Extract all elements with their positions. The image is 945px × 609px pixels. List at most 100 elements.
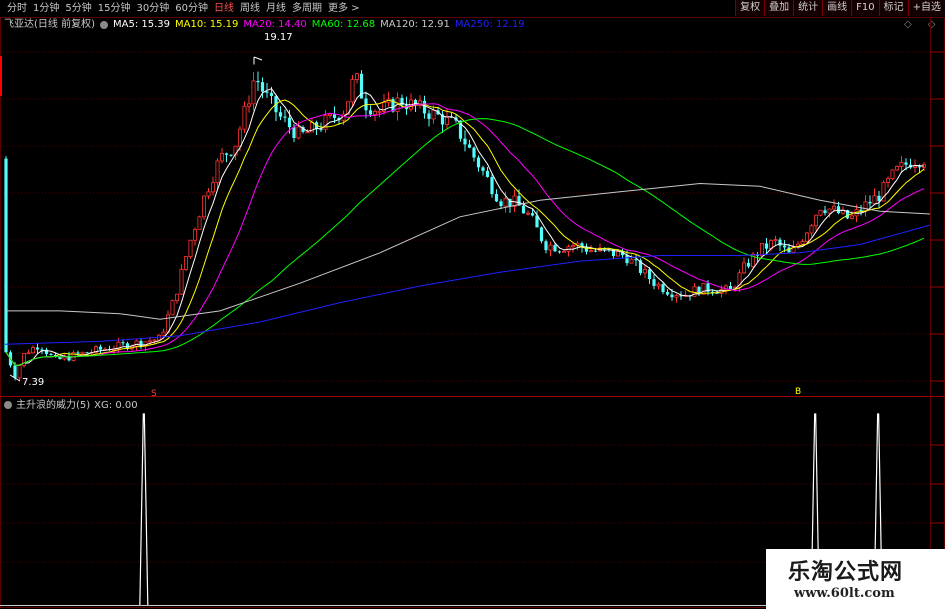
watermark: 乐淘公式网 www.60lt.com <box>766 549 945 609</box>
candle-body <box>354 73 359 80</box>
candle-body <box>661 284 665 293</box>
candle-body <box>260 82 265 92</box>
candle-body <box>863 201 868 212</box>
candle-body <box>625 255 629 264</box>
candle-body <box>179 268 184 295</box>
candle-body <box>571 244 576 248</box>
candle-body <box>292 127 296 139</box>
candle-body <box>665 292 670 295</box>
candle-body <box>269 92 274 96</box>
chart-frame <box>0 17 945 608</box>
candle-body <box>809 225 814 234</box>
candle-body <box>327 113 332 116</box>
candle-body <box>121 342 125 344</box>
ma120-line <box>5 182 931 320</box>
candle-body <box>499 201 503 207</box>
candle-body <box>139 340 143 347</box>
candle-body <box>444 116 449 125</box>
candle-body <box>161 331 166 336</box>
candle-body <box>80 351 85 355</box>
candle-body <box>890 169 895 180</box>
candle-body <box>539 227 544 242</box>
candle-body <box>192 229 197 241</box>
candle-body <box>206 191 211 197</box>
candle-body <box>476 157 481 168</box>
candle-body <box>422 100 427 114</box>
candle-body <box>557 251 562 253</box>
candle-body <box>188 239 193 257</box>
candle-body <box>805 232 810 242</box>
candle-body <box>427 113 431 119</box>
candle-body <box>670 294 674 298</box>
candle-body <box>210 182 215 193</box>
candle-body <box>526 212 531 215</box>
candle-body <box>868 201 872 204</box>
candle-body <box>377 110 382 113</box>
candle-body <box>836 206 841 214</box>
candle-body <box>76 352 80 354</box>
ma60-line <box>5 118 925 366</box>
candle-body <box>472 147 476 158</box>
candle-body <box>368 110 373 115</box>
low-price-label: 7.39 <box>22 377 44 388</box>
candle-body <box>35 347 40 350</box>
candle-body <box>287 117 292 128</box>
candle-body <box>350 79 355 103</box>
candle-body <box>463 138 467 145</box>
candle-body <box>152 339 157 342</box>
buy-marker: B <box>795 387 801 397</box>
candle-body <box>746 262 751 267</box>
candle-body <box>174 293 179 302</box>
candle-body <box>219 153 224 162</box>
candle-body <box>13 365 17 378</box>
candle-body <box>823 210 827 214</box>
candle-body <box>778 239 782 246</box>
candle-body <box>742 262 747 274</box>
candle-body <box>85 352 89 354</box>
candle-body <box>215 160 220 184</box>
candle-body <box>98 346 103 350</box>
candle-body <box>544 241 548 251</box>
candle-body <box>431 109 436 120</box>
candle-body <box>773 239 778 242</box>
candle-body <box>548 244 553 251</box>
candle-body <box>278 112 283 117</box>
candle-body <box>800 241 805 245</box>
kline-chart[interactable]: 19.17 7.39 S B <box>0 0 945 609</box>
candle-body <box>251 80 256 105</box>
candle-body <box>256 80 260 83</box>
candle-body <box>49 354 53 356</box>
candle-body <box>643 269 648 274</box>
candle-body <box>629 258 634 264</box>
candle-body <box>904 162 908 165</box>
candle-body <box>913 165 918 168</box>
candle-body <box>760 243 765 257</box>
candle-body <box>229 154 233 156</box>
candle-body <box>147 340 152 343</box>
candle-body <box>917 166 922 168</box>
candle-body <box>485 170 490 178</box>
candle-body <box>782 245 787 248</box>
candle-body <box>481 167 485 171</box>
left-marker <box>0 56 2 96</box>
candle-body <box>674 295 679 298</box>
candle-body <box>562 250 567 253</box>
candle-body <box>589 250 594 253</box>
high-price-label: 19.17 <box>264 32 293 43</box>
candle-body <box>652 279 656 286</box>
sell-marker: S <box>151 389 157 399</box>
candle-body <box>886 178 891 183</box>
candle-body <box>895 166 900 171</box>
candle-body <box>728 285 733 289</box>
candle-body <box>530 213 535 216</box>
candle-body <box>877 195 881 202</box>
candle-body <box>197 216 202 230</box>
candle-body <box>183 256 188 270</box>
candle-body <box>467 144 472 148</box>
candle-body <box>656 283 661 287</box>
candle-body <box>490 177 494 195</box>
candle-body <box>521 205 526 214</box>
candle-body <box>494 194 499 202</box>
candle-body <box>332 114 337 118</box>
candle-body <box>593 250 598 252</box>
